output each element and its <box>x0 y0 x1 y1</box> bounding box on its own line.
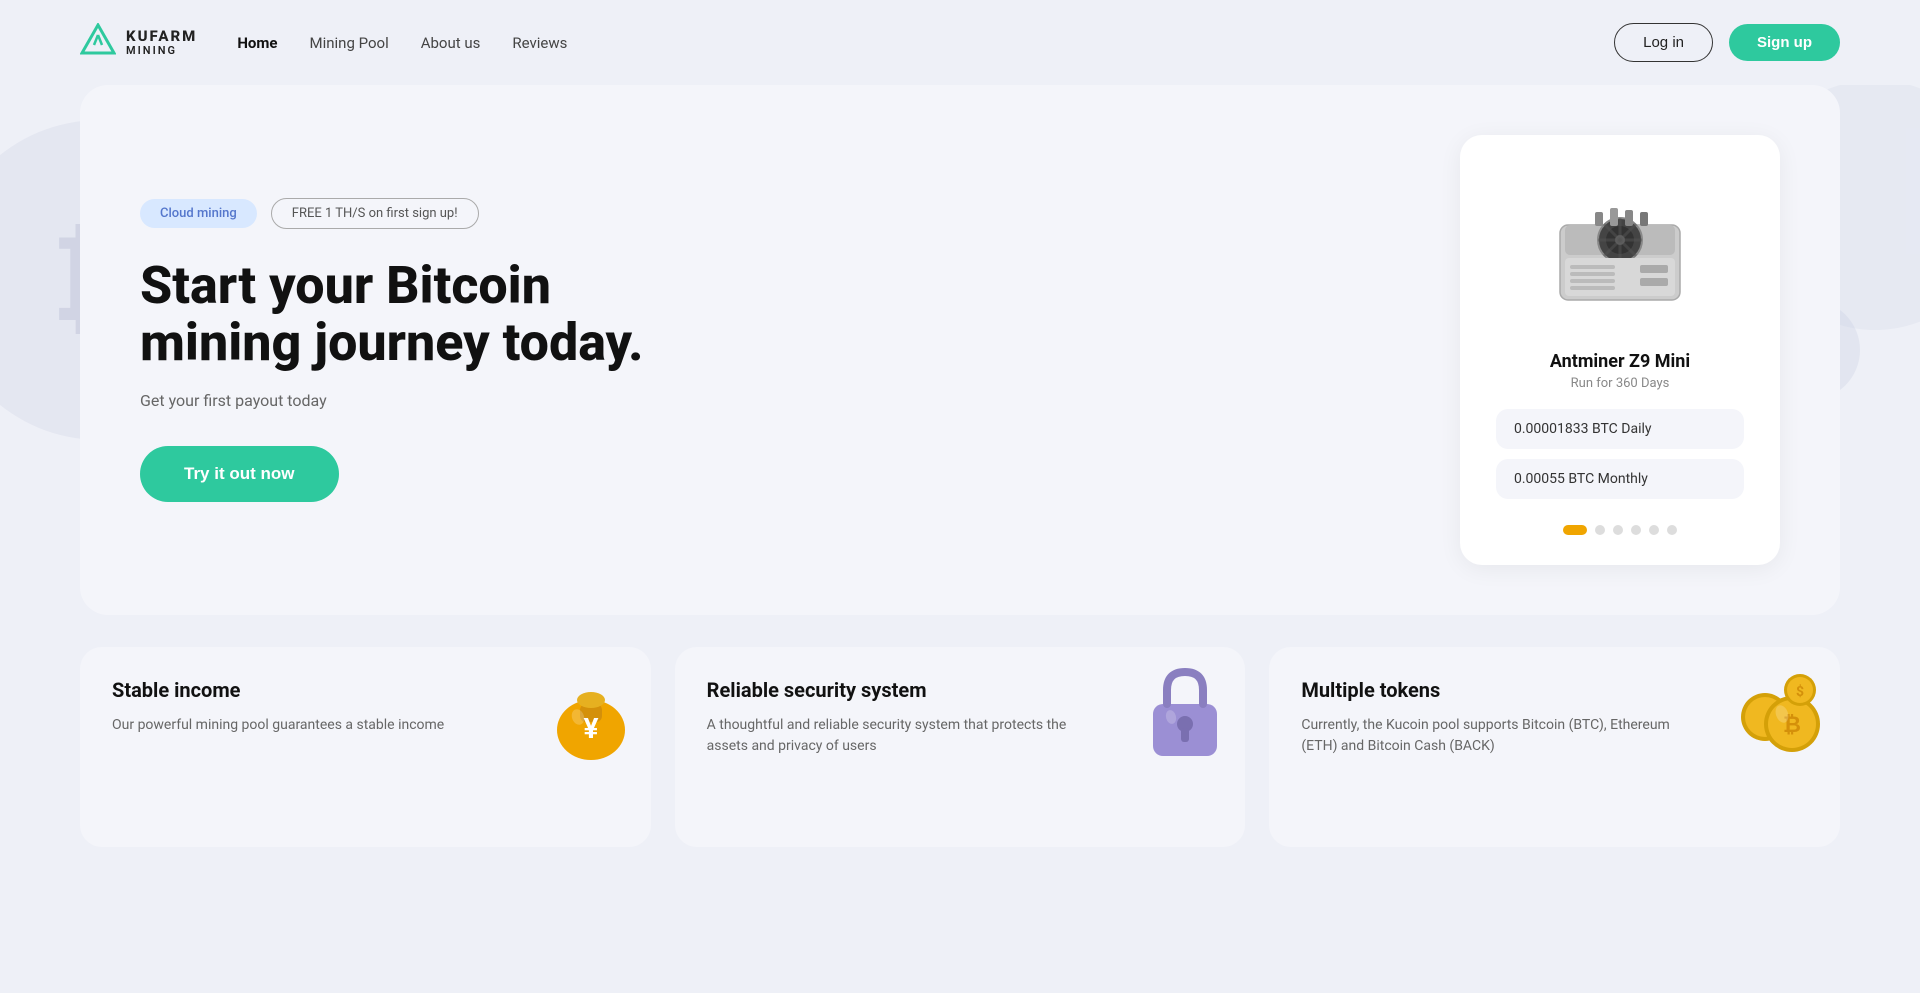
coins-icon: ₿ $ <box>1730 662 1830 762</box>
product-image <box>1535 165 1705 335</box>
feature-section: ¥ Stable income Our powerful mining pool… <box>80 647 1840 847</box>
carousel-dots <box>1563 525 1677 535</box>
stable-income-icon-area: ¥ <box>541 657 641 767</box>
tag-free-signup: FREE 1 TH/S on first sign up! <box>271 198 479 229</box>
nav-reviews[interactable]: Reviews <box>512 30 567 56</box>
feature-card-stable-income: ¥ Stable income Our powerful mining pool… <box>80 647 651 847</box>
signup-button[interactable]: Sign up <box>1729 24 1840 61</box>
logo[interactable]: KUFARM MINING <box>80 23 197 63</box>
feature-title-tokens: Multiple tokens <box>1301 677 1656 703</box>
feature-desc-security: A thoughtful and reliable security syste… <box>707 715 1087 757</box>
product-daily: 0.00001833 BTC Daily <box>1496 409 1744 449</box>
antminer-illustration <box>1540 170 1700 330</box>
navbar-left: KUFARM MINING Home Mining Pool About us … <box>80 23 567 63</box>
product-monthly: 0.00055 BTC Monthly <box>1496 459 1744 499</box>
lock-icon <box>1145 662 1225 762</box>
hero-title: Start your Bitcoin mining journey today. <box>140 257 660 371</box>
nav-links: Home Mining Pool About us Reviews <box>237 30 567 56</box>
hero-tags: Cloud mining FREE 1 TH/S on first sign u… <box>140 198 660 229</box>
tag-cloud-mining: Cloud mining <box>140 199 257 228</box>
logo-subtitle: MINING <box>126 45 197 57</box>
navbar-right: Log in Sign up <box>1614 23 1840 62</box>
feature-desc-tokens: Currently, the Kucoin pool supports Bitc… <box>1301 715 1681 757</box>
tokens-icon-area: ₿ $ <box>1730 657 1830 767</box>
feature-card-tokens: ₿ $ Multiple tokens Currently, the Kucoi… <box>1269 647 1840 847</box>
carousel-dot-3[interactable] <box>1613 525 1623 535</box>
carousel-dot-5[interactable] <box>1649 525 1659 535</box>
svg-text:$: $ <box>1796 683 1804 700</box>
try-now-button[interactable]: Try it out now <box>140 446 339 502</box>
carousel-dot-4[interactable] <box>1631 525 1641 535</box>
logo-name: KUFARM <box>126 28 197 45</box>
security-icon-area <box>1135 657 1235 767</box>
product-card: Antminer Z9 Mini Run for 360 Days 0.0000… <box>1460 135 1780 565</box>
feature-card-security: Reliable security system A thoughtful an… <box>675 647 1246 847</box>
nav-about-us[interactable]: About us <box>421 30 481 56</box>
feature-title-stable: Stable income <box>112 677 467 703</box>
nav-home[interactable]: Home <box>237 30 277 56</box>
main-content: Cloud mining FREE 1 TH/S on first sign u… <box>0 85 1920 887</box>
svg-text:¥: ¥ <box>583 712 598 745</box>
logo-text: KUFARM MINING <box>126 28 197 57</box>
carousel-dot-6[interactable] <box>1667 525 1677 535</box>
carousel-dot-1[interactable] <box>1563 525 1587 535</box>
product-days: Run for 360 Days <box>1571 376 1670 391</box>
login-button[interactable]: Log in <box>1614 23 1713 62</box>
navbar: KUFARM MINING Home Mining Pool About us … <box>0 0 1920 85</box>
money-bag-icon: ¥ <box>546 662 636 762</box>
product-name: Antminer Z9 Mini <box>1550 351 1690 372</box>
nav-mining-pool[interactable]: Mining Pool <box>309 30 388 56</box>
hero-left: Cloud mining FREE 1 TH/S on first sign u… <box>140 198 660 502</box>
feature-desc-stable: Our powerful mining pool guarantees a st… <box>112 715 492 736</box>
logo-icon <box>80 23 116 63</box>
hero-card: Cloud mining FREE 1 TH/S on first sign u… <box>80 85 1840 615</box>
feature-title-security: Reliable security system <box>707 677 1062 703</box>
hero-subtitle: Get your first payout today <box>140 391 660 410</box>
carousel-dot-2[interactable] <box>1595 525 1605 535</box>
